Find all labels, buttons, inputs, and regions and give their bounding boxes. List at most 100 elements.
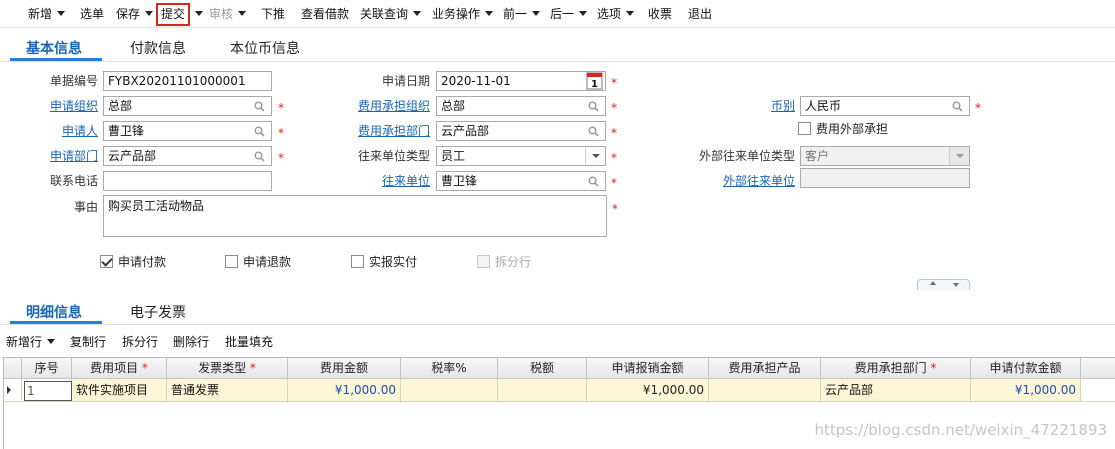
apply-org-field[interactable]: 总部 — [103, 96, 272, 116]
applicant-link[interactable]: 申请人 — [30, 122, 98, 140]
receive-invoice-button[interactable]: 收票 — [648, 6, 672, 23]
contact-type-select[interactable]: 员工 — [436, 146, 606, 166]
contact-unit-field[interactable]: 曹卫锋 — [436, 171, 606, 191]
collapse-toggle[interactable] — [917, 279, 970, 290]
ext-contact-unit-link[interactable]: 外部往来单位 — [680, 172, 795, 190]
reason-textarea[interactable]: 购买员工活动物品 — [103, 195, 607, 237]
required-mark: * — [278, 126, 284, 140]
contact-unit-link[interactable]: 往来单位 — [340, 172, 430, 190]
calendar-icon[interactable]: 1 — [584, 72, 604, 90]
cost-dept-field[interactable]: 云产品部 — [436, 121, 606, 141]
chevron-down-icon[interactable] — [626, 11, 635, 16]
options-button[interactable]: 选项 — [597, 6, 635, 23]
required-mark: * — [611, 101, 617, 115]
chevron-down-icon[interactable] — [195, 11, 203, 16]
seq-editor[interactable]: 1 — [24, 381, 72, 401]
add-row-button[interactable]: 新增行 — [6, 334, 56, 350]
apply-org-link[interactable]: 申请组织 — [30, 97, 98, 115]
cell-tax-rate[interactable] — [401, 379, 498, 402]
apply-dept-link[interactable]: 申请部门 — [30, 147, 98, 165]
cell-pay-amount[interactable]: ¥1,000.00 — [971, 379, 1081, 402]
col-header-pay-amount[interactable]: 申请付款金额 — [971, 358, 1081, 379]
tab-e-invoice[interactable]: 电子发票 — [130, 302, 186, 322]
col-header-apply-amount[interactable]: 申请报销金额 — [587, 358, 709, 379]
col-header-invoice-type[interactable]: 发票类型 * — [167, 358, 288, 379]
ext-contact-type-label: 外部往来单位类型 — [698, 149, 795, 163]
exit-button[interactable]: 退出 — [688, 6, 712, 23]
batch-fill-button[interactable]: 批量填充 — [225, 334, 273, 350]
currency-field[interactable]: 人民币 — [800, 96, 970, 116]
currency-link[interactable]: 币别 — [740, 97, 795, 115]
select-bill-button[interactable]: 选单 — [80, 6, 104, 23]
phone-field[interactable] — [103, 171, 272, 191]
col-header-item[interactable]: 费用项目 * — [72, 358, 167, 379]
chevron-down-icon[interactable] — [238, 11, 247, 16]
related-query-button[interactable]: 关联查询 — [360, 6, 422, 23]
chevron-down-icon[interactable] — [949, 147, 969, 165]
actual-reimburse-checkbox[interactable] — [351, 255, 364, 268]
cell-dept[interactable]: 云产品部 — [821, 379, 971, 402]
chevron-down-icon[interactable] — [585, 147, 605, 165]
ext-contact-unit-field[interactable] — [800, 168, 970, 188]
chevron-down-icon[interactable] — [532, 11, 541, 16]
chevron-down-icon[interactable] — [413, 11, 422, 16]
ext-contact-type-select[interactable]: 客户 — [800, 146, 970, 166]
apply-dept-field[interactable]: 云产品部 — [103, 146, 272, 166]
chevron-down-icon[interactable] — [47, 339, 56, 344]
cell-product[interactable] — [709, 379, 821, 402]
submit-button[interactable]: 提交 — [156, 3, 191, 26]
next-button[interactable]: 后一 — [550, 6, 588, 23]
col-header-dept[interactable]: 费用承担部门 * — [821, 358, 971, 379]
previous-button[interactable]: 前一 — [503, 6, 541, 23]
search-icon[interactable] — [588, 101, 599, 112]
save-button[interactable]: 保存 — [116, 6, 154, 23]
external-cost-checkbox[interactable] — [798, 122, 811, 135]
new-button[interactable]: 新增 — [28, 6, 66, 23]
grid-corner — [4, 358, 22, 379]
col-header-tax-rate[interactable]: 税率% — [401, 358, 498, 379]
cell-apply-amount[interactable]: ¥1,000.00 — [587, 379, 709, 402]
col-header-tax[interactable]: 税额 — [498, 358, 587, 379]
apply-payment-label: 申请付款 — [118, 255, 167, 269]
submit-dropdown[interactable] — [195, 6, 203, 23]
chevron-down-icon[interactable] — [579, 11, 588, 16]
applicant-field[interactable]: 曹卫锋 — [103, 121, 272, 141]
col-header-product[interactable]: 费用承担产品 — [709, 358, 821, 379]
chevron-down-icon[interactable] — [145, 11, 154, 16]
cost-dept-link[interactable]: 费用承担部门 — [340, 122, 430, 140]
chevron-down-icon[interactable] — [485, 11, 494, 16]
push-down-button[interactable]: 下推 — [261, 6, 285, 23]
cost-org-field[interactable]: 总部 — [436, 96, 606, 116]
cell-item[interactable]: 软件实施项目 — [72, 379, 167, 402]
chevron-down-icon[interactable] — [57, 11, 66, 16]
required-mark: * — [611, 126, 617, 140]
apply-payment-checkbox[interactable] — [100, 255, 113, 268]
split-row-checkbox[interactable] — [477, 255, 490, 268]
search-icon[interactable] — [952, 101, 963, 112]
split-row-button[interactable]: 拆分行 — [122, 334, 158, 350]
search-icon[interactable] — [588, 126, 599, 137]
apply-refund-checkbox[interactable] — [225, 255, 238, 268]
copy-row-button[interactable]: 复制行 — [70, 334, 106, 350]
bill-no-field[interactable]: FYBX20201101000001 — [103, 71, 272, 91]
tab-basic-info[interactable]: 基本信息 — [26, 38, 82, 58]
phone-label: 联系电话 — [49, 174, 98, 188]
cell-tax[interactable] — [498, 379, 587, 402]
view-loan-button[interactable]: 查看借款 — [301, 6, 349, 23]
search-icon[interactable] — [254, 126, 265, 137]
tab-base-currency-info[interactable]: 本位币信息 — [230, 38, 300, 58]
cell-amount[interactable]: ¥1,000.00 — [288, 379, 401, 402]
search-icon[interactable] — [254, 101, 265, 112]
tab-payment-info[interactable]: 付款信息 — [130, 38, 186, 58]
tab-detail-info[interactable]: 明细信息 — [26, 302, 82, 322]
cost-org-link[interactable]: 费用承担组织 — [340, 97, 430, 115]
col-header-seq[interactable]: 序号 — [22, 358, 72, 379]
search-icon[interactable] — [588, 176, 599, 187]
col-header-amount[interactable]: 费用金额 — [288, 358, 401, 379]
cell-invoice-type[interactable]: 普通发票 — [167, 379, 288, 402]
search-icon[interactable] — [254, 151, 265, 162]
delete-row-button[interactable]: 删除行 — [173, 334, 209, 350]
business-ops-button[interactable]: 业务操作 — [432, 6, 494, 23]
audit-button[interactable]: 审核 — [209, 6, 247, 23]
apply-date-field[interactable]: 2020-11-01 1 — [436, 71, 606, 91]
